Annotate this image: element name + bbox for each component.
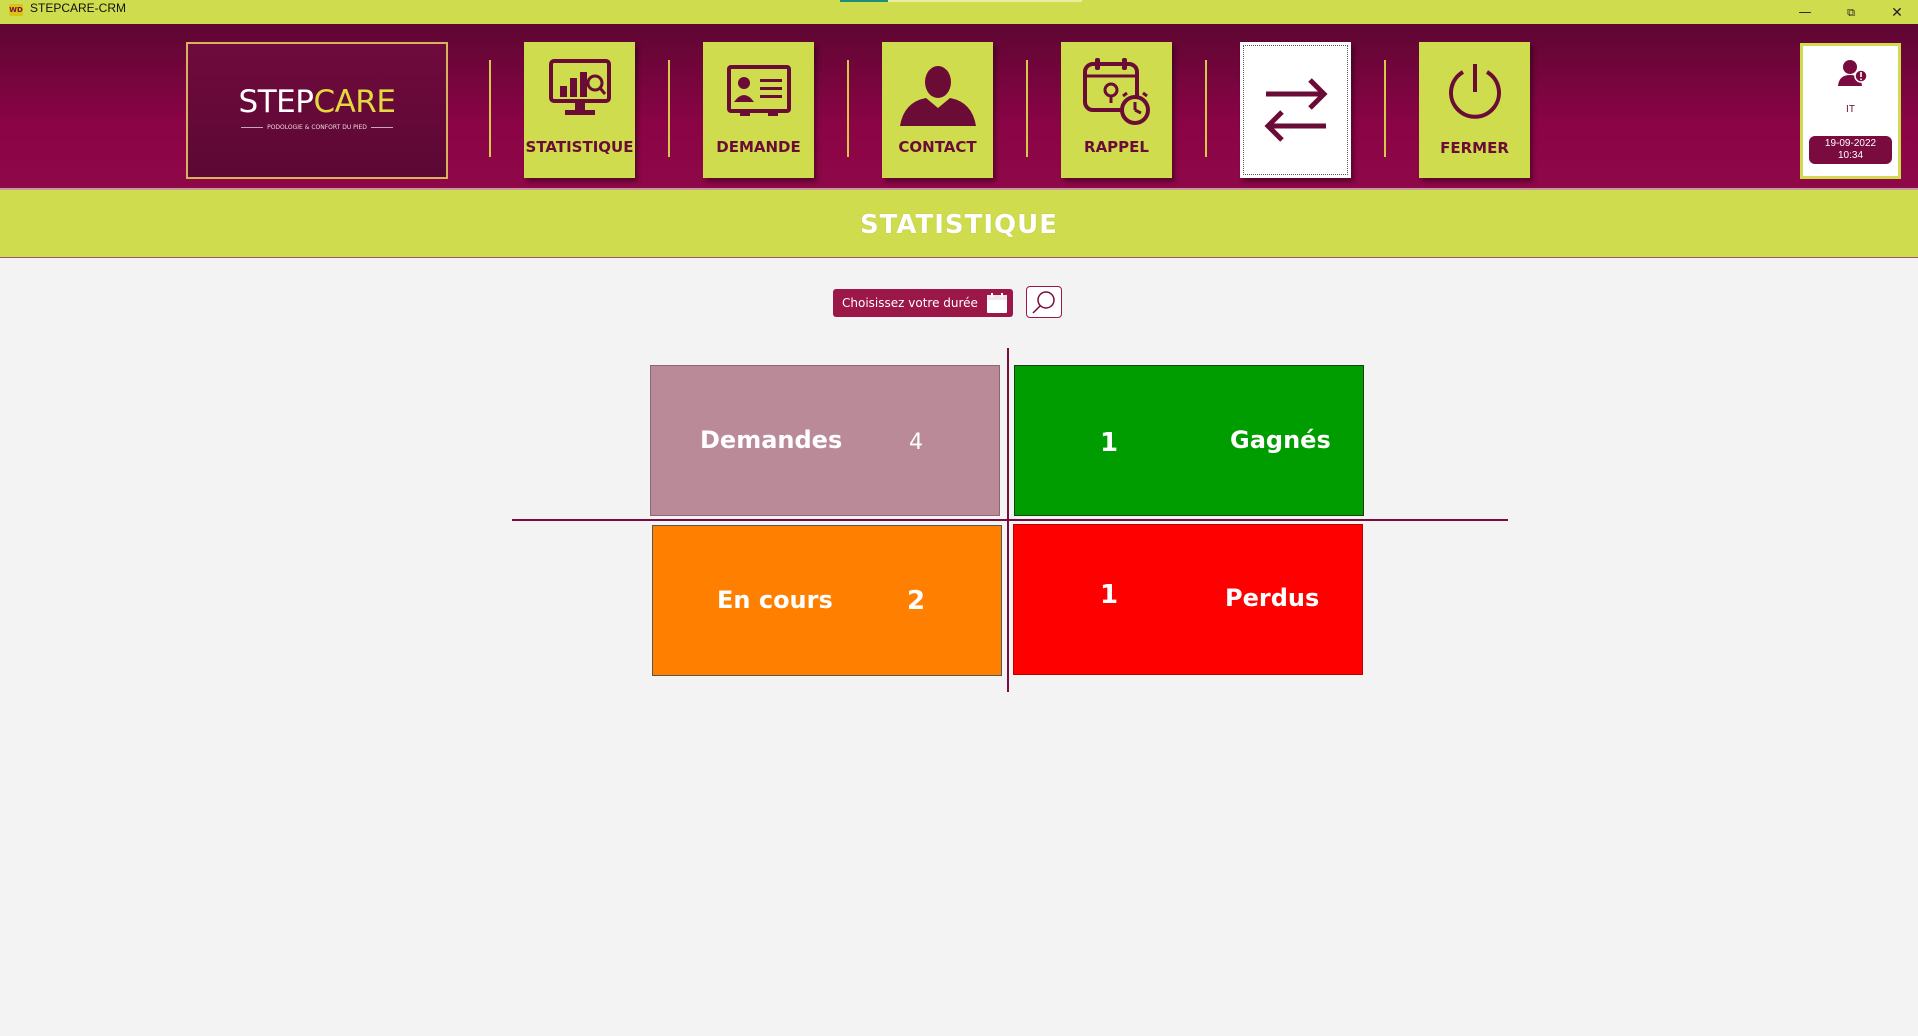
nav-separator xyxy=(847,60,849,157)
nav-swap-button[interactable] xyxy=(1240,42,1351,178)
perdus-tile[interactable]: 1 Perdus xyxy=(1013,524,1363,675)
search-button[interactable] xyxy=(1026,286,1062,318)
window-title: STEPCARE-CRM xyxy=(30,1,127,15)
nav-separator xyxy=(1026,60,1028,157)
user-date: 19-09-2022 xyxy=(1824,138,1877,149)
calendar-icon xyxy=(987,293,1007,313)
nav-rappel-label: RAPPEL xyxy=(1084,138,1149,156)
nav-fermer-button[interactable]: FERMER xyxy=(1419,42,1530,178)
statistics-monitor-icon xyxy=(548,59,611,115)
en-cours-tile[interactable]: En cours 2 xyxy=(652,525,1002,676)
en-cours-count: 2 xyxy=(907,586,926,616)
gagnes-label: Gagnés xyxy=(1230,426,1331,454)
demandes-tile[interactable]: Demandes 4 xyxy=(650,365,1000,516)
user-name: IT xyxy=(1846,104,1855,115)
nav-rappel-button[interactable]: RAPPEL xyxy=(1061,42,1172,178)
close-window-button[interactable]: ✕ xyxy=(1883,2,1911,24)
minimize-button[interactable]: — xyxy=(1791,2,1819,24)
section-divider xyxy=(0,257,1918,258)
logo-care: CARE xyxy=(313,84,396,120)
user-datetime: 19-09-2022 10:34 xyxy=(1809,136,1892,164)
nav-fermer-label: FERMER xyxy=(1440,139,1509,157)
swap-arrows-icon xyxy=(1263,78,1328,142)
perdus-label: Perdus xyxy=(1225,584,1320,612)
nav-separator xyxy=(489,60,491,157)
user-card[interactable]: IT 19-09-2022 10:34 xyxy=(1800,43,1901,179)
nav-separator xyxy=(1205,60,1207,157)
period-select-label: Choisissez votre durée xyxy=(842,296,978,310)
logo-step: STEP xyxy=(238,84,314,120)
en-cours-label: En cours xyxy=(717,586,833,614)
quadrant-horizontal-line xyxy=(512,519,1508,521)
user-time: 10:34 xyxy=(1837,150,1864,161)
person-silhouette-icon xyxy=(899,66,976,126)
search-icon xyxy=(1032,291,1055,314)
section-bar: STATISTIQUE xyxy=(0,190,1918,258)
logo-wordmark: STEPCARE xyxy=(188,84,446,120)
calendar-clock-icon xyxy=(1082,58,1150,125)
titlebar-strip-accent xyxy=(840,0,888,2)
nav-statistique-button[interactable]: STATISTIQUE xyxy=(524,42,635,178)
gagnes-tile[interactable]: 1 Gagnés xyxy=(1014,365,1364,516)
nav-statistique-label: STATISTIQUE xyxy=(525,138,634,156)
nav-demande-button[interactable]: DEMANDE xyxy=(703,42,814,178)
window-titlebar: WD STEPCARE-CRM — ⧉ ✕ xyxy=(0,0,1918,24)
period-select-button[interactable]: Choisissez votre durée xyxy=(833,289,1013,317)
logo-tagline: PODOLOGIE & CONFORT DU PIED xyxy=(188,124,446,131)
app-icon: WD xyxy=(9,4,23,16)
nav-demande-label: DEMANDE xyxy=(716,138,801,156)
page-title: STATISTIQUE xyxy=(859,210,1059,240)
power-icon xyxy=(1448,64,1501,119)
demandes-label: Demandes xyxy=(700,426,843,454)
perdus-count: 1 xyxy=(1100,580,1119,610)
nav-contact-button[interactable]: CONTACT xyxy=(882,42,993,178)
nav-separator xyxy=(1384,60,1386,157)
stepcare-logo: STEPCARE PODOLOGIE & CONFORT DU PIED xyxy=(186,42,448,179)
demandes-count: 4 xyxy=(909,430,923,455)
nav-separator xyxy=(668,60,670,157)
id-card-icon xyxy=(726,65,791,116)
gagnes-count: 1 xyxy=(1100,428,1119,458)
maximize-button[interactable]: ⧉ xyxy=(1837,2,1865,24)
nav-contact-label: CONTACT xyxy=(898,138,977,156)
logo-tagline-text: PODOLOGIE & CONFORT DU PIED xyxy=(267,124,367,131)
user-alert-icon xyxy=(1838,60,1868,86)
